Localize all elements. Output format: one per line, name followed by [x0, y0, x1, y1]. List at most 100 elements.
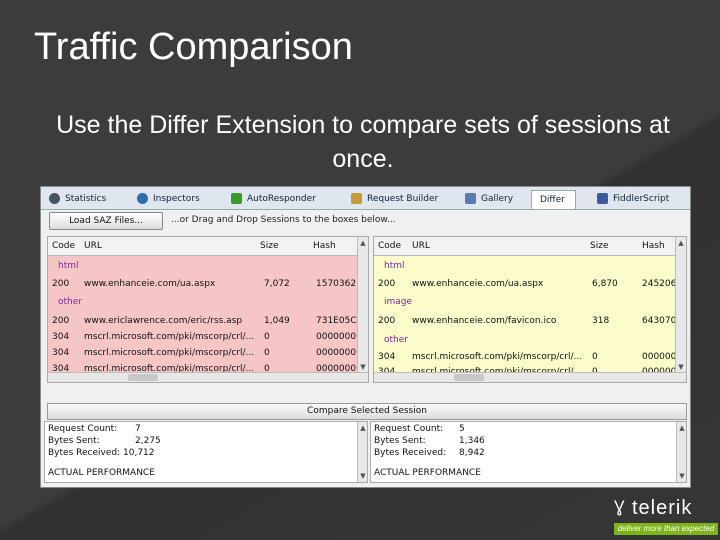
scroll-up-icon[interactable]: ▲ [677, 239, 685, 247]
table-row[interactable]: 304 mscrl.microsoft.com/pki/mscorp/crl/.… [48, 330, 368, 345]
table-row[interactable]: 304 mscrl.microsoft.com/pki/mscorp/crl/.… [374, 350, 686, 365]
tab-gallery[interactable]: Gallery [461, 190, 513, 208]
column-size[interactable]: Size [590, 241, 608, 251]
slide-subtitle: Use the Differ Extension to compare sets… [56, 111, 670, 173]
vertical-scrollbar[interactable]: ▲ ▼ [357, 237, 368, 382]
bytes-received-value: 10,712 [123, 448, 155, 458]
right-column-header: Code URL Size Hash [374, 237, 686, 256]
cell-size: 318 [592, 316, 610, 326]
scroll-down-icon[interactable]: ▼ [677, 363, 685, 371]
bytes-received-label: Bytes Received: [374, 448, 447, 458]
cell-url: mscrl.microsoft.com/pki/mscorp/crl/... [412, 352, 583, 362]
request-count-value: 7 [135, 424, 141, 434]
tab-differ[interactable]: Differ [531, 190, 576, 209]
scroll-up-icon[interactable]: ▲ [359, 424, 367, 432]
table-row[interactable]: 200 www.ericlawrence.com/eric/rss.asp 1,… [48, 314, 368, 329]
left-column-header: Code URL Size Hash [48, 237, 368, 256]
tab-label: Request Builder [367, 194, 439, 204]
script-icon [597, 193, 608, 204]
scroll-down-icon[interactable]: ▼ [359, 363, 367, 371]
tab-fiddlerscript[interactable]: FiddlerScript [593, 190, 669, 208]
group-row: image [374, 295, 686, 310]
table-row[interactable]: 200 www.enhanceie.com/favicon.ico 318 64… [374, 314, 686, 329]
cell-code: 200 [378, 316, 396, 326]
load-saz-button[interactable]: Load SAZ Files... [49, 212, 163, 230]
tab-label: AutoResponder [247, 194, 316, 204]
slide-title: Traffic Comparison [34, 26, 353, 68]
bytes-received-value: 8,942 [459, 448, 485, 458]
vertical-scrollbar[interactable]: ▲ ▼ [357, 422, 367, 482]
horizontal-scrollbar[interactable] [374, 372, 686, 382]
scroll-thumb[interactable] [454, 374, 484, 381]
cell-code: 200 [52, 316, 70, 326]
left-session-pane[interactable]: Code URL Size Hash html 200 www.enhancei… [47, 236, 369, 383]
horizontal-scrollbar[interactable] [48, 372, 368, 382]
cell-url: mscrl.microsoft.com/pki/mscorp/crl/... [84, 348, 255, 358]
table-row[interactable]: 200 www.enhanceie.com/ua.aspx 7,072 1570… [48, 277, 368, 292]
cell-hash: 245206 [642, 279, 677, 289]
right-stats-panel[interactable]: Request Count: 5 Bytes Sent: 1,346 Bytes… [370, 421, 687, 483]
tab-inspectors[interactable]: Inspectors [133, 190, 200, 208]
group-label: other [384, 335, 408, 345]
actual-performance-label: ACTUAL PERFORMANCE [48, 468, 155, 478]
cell-code: 304 [52, 348, 70, 358]
group-row: other [48, 295, 368, 310]
cell-size: 1,049 [264, 316, 290, 326]
column-hash[interactable]: Hash [313, 241, 336, 251]
cell-size: 6,870 [592, 279, 618, 289]
table-row[interactable]: 304 mscrl.microsoft.com/pki/mscorp/crl/.… [48, 346, 368, 361]
tab-autoresponder[interactable]: AutoResponder [227, 190, 316, 208]
tab-strip: Statistics Inspectors AutoResponder Requ… [41, 187, 690, 210]
compare-selected-session-button[interactable]: Compare Selected Session [47, 403, 687, 420]
cell-code: 200 [378, 279, 396, 289]
bytes-sent-label: Bytes Sent: [48, 436, 100, 446]
cell-url: www.enhanceie.com/ua.aspx [84, 279, 216, 289]
scroll-up-icon[interactable]: ▲ [678, 424, 686, 432]
bytes-sent-label: Bytes Sent: [374, 436, 426, 446]
right-session-pane[interactable]: Code URL Size Hash html 200 www.enhancei… [373, 236, 687, 383]
column-code[interactable]: Code [378, 241, 401, 251]
cell-hash: 0000000 [316, 332, 357, 342]
table-row[interactable]: 200 www.enhanceie.com/ua.aspx 6,870 2452… [374, 277, 686, 292]
cell-size: 0 [264, 332, 270, 342]
group-label: other [58, 297, 82, 307]
bytes-sent-value: 1,346 [459, 436, 485, 446]
telerik-mark-icon: Ɣ [614, 497, 625, 516]
group-row: html [374, 259, 686, 274]
column-url[interactable]: URL [412, 241, 430, 251]
left-stats-panel[interactable]: Request Count: 7 Bytes Sent: 2,275 Bytes… [44, 421, 368, 483]
cell-url: www.ericlawrence.com/eric/rss.asp [84, 316, 243, 326]
cell-hash: 731E05C [316, 316, 357, 326]
column-hash[interactable]: Hash [642, 241, 665, 251]
tab-label: Inspectors [153, 194, 200, 204]
group-row: other [374, 333, 686, 348]
bytes-sent-value: 2,275 [135, 436, 161, 446]
tab-request-builder[interactable]: Request Builder [347, 190, 438, 208]
vertical-scrollbar[interactable]: ▲ ▼ [676, 422, 686, 482]
cell-code: 200 [52, 279, 70, 289]
cell-hash: 0000000 [316, 348, 357, 358]
tab-statistics[interactable]: Statistics [45, 190, 106, 208]
cell-code: 304 [378, 352, 396, 362]
stopwatch-icon [49, 193, 60, 204]
cell-hash: 1570362 [316, 279, 357, 289]
scroll-down-icon[interactable]: ▼ [359, 472, 367, 480]
group-label: html [58, 261, 79, 271]
group-label: html [384, 261, 405, 271]
cell-url: mscrl.microsoft.com/pki/mscorp/crl/... [84, 332, 255, 342]
cell-hash: 000000 [642, 352, 677, 362]
gallery-icon [465, 193, 476, 204]
column-code[interactable]: Code [52, 241, 75, 251]
scroll-thumb[interactable] [128, 374, 158, 381]
scroll-down-icon[interactable]: ▼ [678, 472, 686, 480]
column-url[interactable]: URL [84, 241, 102, 251]
magnifier-icon [137, 193, 148, 204]
scroll-up-icon[interactable]: ▲ [359, 239, 367, 247]
group-row: html [48, 259, 368, 274]
fiddler-differ-screenshot: Statistics Inspectors AutoResponder Requ… [40, 186, 691, 488]
bytes-received-label: Bytes Received: [48, 448, 121, 458]
column-size[interactable]: Size [260, 241, 278, 251]
logo-tagline: deliver more than expected [614, 523, 718, 535]
actual-performance-label: ACTUAL PERFORMANCE [374, 468, 481, 478]
vertical-scrollbar[interactable]: ▲ ▼ [675, 237, 686, 382]
